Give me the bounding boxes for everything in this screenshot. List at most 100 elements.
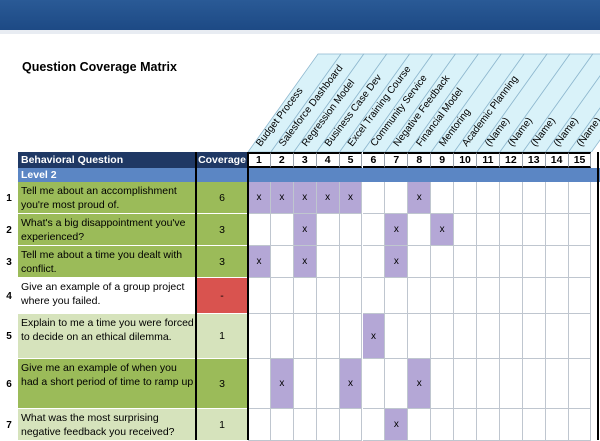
- matrix-cell[interactable]: x: [339, 182, 363, 214]
- matrix-cell[interactable]: [385, 182, 409, 214]
- matrix-cell[interactable]: [408, 314, 432, 359]
- matrix-cell[interactable]: [293, 409, 317, 441]
- matrix-cell[interactable]: [454, 214, 477, 246]
- matrix-cell[interactable]: [339, 214, 363, 246]
- matrix-cell[interactable]: [431, 314, 455, 359]
- matrix-cell[interactable]: [545, 359, 569, 409]
- matrix-cell[interactable]: [522, 278, 546, 314]
- coverage-cell[interactable]: 1: [196, 409, 248, 441]
- matrix-cell[interactable]: [408, 214, 432, 246]
- question-cell[interactable]: What's a big disappointment you've exper…: [18, 214, 196, 246]
- matrix-cell[interactable]: x: [408, 182, 432, 214]
- question-cell[interactable]: Explain to me a time you were forced to …: [18, 314, 196, 359]
- question-cell[interactable]: What was the most surprising negative fe…: [18, 409, 196, 441]
- project-number-header[interactable]: 14: [545, 152, 569, 168]
- matrix-cell[interactable]: [339, 246, 363, 278]
- matrix-cell[interactable]: x: [408, 359, 432, 409]
- matrix-cell[interactable]: [568, 359, 592, 409]
- matrix-cell[interactable]: [545, 214, 569, 246]
- matrix-cell[interactable]: [248, 359, 271, 409]
- question-cell[interactable]: Tell me about an accomplishment you're m…: [18, 182, 196, 214]
- matrix-cell[interactable]: [248, 214, 271, 246]
- matrix-cell[interactable]: [499, 409, 523, 441]
- matrix-cell[interactable]: [431, 359, 455, 409]
- matrix-cell[interactable]: [454, 409, 477, 441]
- matrix-cell[interactable]: [568, 214, 592, 246]
- project-number-header[interactable]: 1: [248, 152, 271, 168]
- matrix-cell[interactable]: [477, 409, 500, 441]
- matrix-cell[interactable]: [248, 314, 271, 359]
- matrix-cell[interactable]: [454, 182, 477, 214]
- matrix-cell[interactable]: [270, 246, 294, 278]
- matrix-cell[interactable]: [499, 278, 523, 314]
- matrix-cell[interactable]: x: [293, 214, 317, 246]
- matrix-cell[interactable]: x: [293, 182, 317, 214]
- matrix-cell[interactable]: [568, 409, 592, 441]
- matrix-cell[interactable]: [431, 182, 455, 214]
- matrix-cell[interactable]: [499, 314, 523, 359]
- matrix-cell[interactable]: [362, 278, 386, 314]
- matrix-cell[interactable]: [362, 246, 386, 278]
- matrix-cell[interactable]: [499, 182, 523, 214]
- matrix-cell[interactable]: [477, 314, 500, 359]
- matrix-cell[interactable]: [316, 359, 340, 409]
- matrix-cell[interactable]: [568, 314, 592, 359]
- matrix-cell[interactable]: [385, 278, 409, 314]
- question-cell[interactable]: Give me an example of when you had a sho…: [18, 359, 196, 409]
- project-number-header[interactable]: 8: [408, 152, 432, 168]
- matrix-cell[interactable]: [431, 409, 455, 441]
- matrix-cell[interactable]: [454, 314, 477, 359]
- coverage-cell[interactable]: 6: [196, 182, 248, 214]
- matrix-cell[interactable]: x: [270, 182, 294, 214]
- matrix-cell[interactable]: [431, 246, 455, 278]
- matrix-cell[interactable]: [568, 246, 592, 278]
- matrix-cell[interactable]: [499, 214, 523, 246]
- matrix-cell[interactable]: [408, 246, 432, 278]
- project-number-header[interactable]: 10: [454, 152, 477, 168]
- matrix-cell[interactable]: [293, 278, 317, 314]
- question-cell[interactable]: Tell me about a time you dealt with conf…: [18, 246, 196, 278]
- matrix-cell[interactable]: [339, 278, 363, 314]
- project-number-header[interactable]: 9: [431, 152, 455, 168]
- project-number-header[interactable]: 6: [362, 152, 386, 168]
- matrix-cell[interactable]: [270, 278, 294, 314]
- matrix-cell[interactable]: x: [293, 246, 317, 278]
- matrix-cell[interactable]: [248, 278, 271, 314]
- matrix-cell[interactable]: x: [385, 409, 409, 441]
- project-number-header[interactable]: 3: [293, 152, 317, 168]
- matrix-cell[interactable]: [522, 314, 546, 359]
- matrix-cell[interactable]: [454, 278, 477, 314]
- coverage-cell[interactable]: 3: [196, 214, 248, 246]
- matrix-cell[interactable]: x: [248, 246, 271, 278]
- matrix-cell[interactable]: [477, 246, 500, 278]
- matrix-cell[interactable]: [477, 278, 500, 314]
- matrix-cell[interactable]: [477, 214, 500, 246]
- matrix-cell[interactable]: [568, 278, 592, 314]
- matrix-cell[interactable]: [362, 359, 386, 409]
- matrix-cell[interactable]: [522, 182, 546, 214]
- matrix-cell[interactable]: [316, 314, 340, 359]
- project-number-header[interactable]: 7: [385, 152, 409, 168]
- matrix-cell[interactable]: [499, 359, 523, 409]
- matrix-cell[interactable]: [293, 314, 317, 359]
- question-cell[interactable]: Give an example of a group project where…: [18, 278, 196, 314]
- coverage-column-header[interactable]: Coverage: [196, 152, 248, 168]
- matrix-cell[interactable]: [362, 182, 386, 214]
- project-number-header[interactable]: 5: [339, 152, 363, 168]
- question-column-header[interactable]: Behavioral Question: [18, 152, 196, 168]
- matrix-cell[interactable]: [248, 409, 271, 441]
- matrix-cell[interactable]: [431, 278, 455, 314]
- matrix-cell[interactable]: [545, 409, 569, 441]
- coverage-cell[interactable]: 3: [196, 359, 248, 409]
- coverage-cell[interactable]: -: [196, 278, 248, 314]
- matrix-cell[interactable]: [499, 246, 523, 278]
- matrix-cell[interactable]: [522, 246, 546, 278]
- matrix-cell[interactable]: [362, 214, 386, 246]
- matrix-cell[interactable]: [362, 409, 386, 441]
- matrix-cell[interactable]: [477, 359, 500, 409]
- matrix-cell[interactable]: [270, 409, 294, 441]
- matrix-cell[interactable]: x: [248, 182, 271, 214]
- coverage-cell[interactable]: 3: [196, 246, 248, 278]
- matrix-cell[interactable]: [270, 314, 294, 359]
- matrix-cell[interactable]: [545, 314, 569, 359]
